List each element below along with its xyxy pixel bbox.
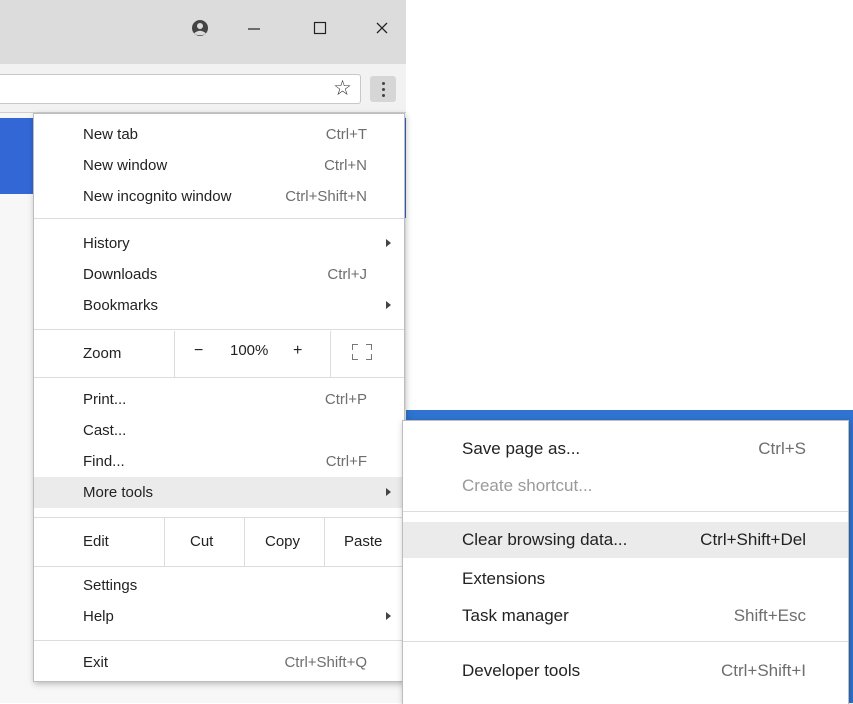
submenu-separator xyxy=(403,511,848,512)
toolbar: ☆ xyxy=(0,64,406,113)
submenu-item-shortcut: Ctrl+S xyxy=(758,439,806,458)
edit-label: Edit xyxy=(83,533,109,550)
edit-row: Edit Cut Copy Paste xyxy=(34,518,404,566)
menu-item-label: Print... xyxy=(83,391,127,408)
account-circle-icon[interactable] xyxy=(180,8,220,48)
menu-item-label: History xyxy=(83,235,130,252)
menu-item-label: Help xyxy=(83,608,114,625)
menu-item-downloads[interactable]: Downloads Ctrl+J xyxy=(34,259,404,290)
menu-item-label: Exit xyxy=(83,654,109,671)
menu-item-label: More tools xyxy=(83,484,154,501)
more-tools-submenu: Save page as... Ctrl+S Create shortcut..… xyxy=(402,420,849,704)
close-icon-svg xyxy=(376,22,388,34)
zoom-level: 100% xyxy=(230,342,269,359)
menu-item-history[interactable]: History xyxy=(34,228,404,259)
submenu-item-label: Save page as... xyxy=(462,439,581,458)
fullscreen-icon[interactable] xyxy=(352,344,372,360)
submenu-item-developer-tools[interactable]: Developer tools Ctrl+Shift+I xyxy=(403,653,848,689)
close-icon[interactable] xyxy=(362,8,402,48)
menu-item-label: Cast... xyxy=(83,422,127,439)
submenu-item-shortcut: Ctrl+Shift+Del xyxy=(700,530,806,549)
minimize-icon[interactable] xyxy=(234,8,274,48)
menu-item-label: New tab xyxy=(83,126,139,143)
submenu-item-extensions[interactable]: Extensions xyxy=(403,561,848,597)
menu-item-new-incognito-window[interactable]: New incognito window Ctrl+Shift+N xyxy=(34,181,404,212)
menu-separator xyxy=(34,377,404,378)
submenu-item-shortcut: Ctrl+Shift+I xyxy=(720,661,806,680)
copy-button[interactable]: Copy xyxy=(265,533,300,550)
zoom-out-button[interactable]: − xyxy=(194,342,203,360)
menu-item-exit[interactable]: Exit Ctrl+Shift+Q xyxy=(34,647,404,678)
menu-item-shortcut: Ctrl+J xyxy=(327,266,367,283)
chevron-right-icon xyxy=(386,488,391,496)
menu-item-label: New window xyxy=(83,157,168,174)
menu-item-label: New incognito window xyxy=(83,188,232,205)
submenu-item-label: Create shortcut... xyxy=(462,476,593,495)
menu-separator xyxy=(34,566,404,567)
zoom-label: Zoom xyxy=(83,345,122,362)
maximize-icon-svg xyxy=(313,21,327,35)
menu-item-label: Downloads xyxy=(83,266,158,283)
submenu-separator xyxy=(403,641,848,642)
menu-item-cast[interactable]: Cast... xyxy=(34,415,404,446)
menu-item-shortcut: Ctrl+N xyxy=(324,157,367,174)
menu-item-shortcut: Ctrl+Shift+Q xyxy=(284,654,367,671)
menu-item-print[interactable]: Print... Ctrl+P xyxy=(34,384,404,415)
menu-item-new-tab[interactable]: New tab Ctrl+T xyxy=(34,119,404,150)
submenu-item-save-page-as[interactable]: Save page as... Ctrl+S xyxy=(403,431,848,467)
menu-item-find[interactable]: Find... Ctrl+F xyxy=(34,446,404,477)
chevron-right-icon xyxy=(386,239,391,247)
submenu-item-label: Extensions xyxy=(462,569,546,588)
submenu-item-shortcut: Shift+Esc xyxy=(733,606,806,625)
submenu-item-clear-browsing-data[interactable]: Clear browsing data... Ctrl+Shift+Del xyxy=(403,522,848,558)
menu-separator xyxy=(34,218,404,219)
address-bar[interactable]: ☆ xyxy=(0,74,361,104)
menu-item-shortcut: Ctrl+F xyxy=(325,453,367,470)
maximize-icon[interactable] xyxy=(300,8,340,48)
account-circle-icon-svg xyxy=(192,20,208,36)
menu-item-bookmarks[interactable]: Bookmarks xyxy=(34,290,404,321)
menu-item-settings[interactable]: Settings xyxy=(34,570,404,601)
menu-item-shortcut: Ctrl+P xyxy=(324,391,367,408)
chevron-right-icon xyxy=(386,301,391,309)
menu-item-help[interactable]: Help xyxy=(34,601,404,632)
chrome-menu: New tab Ctrl+T New window Ctrl+N New inc… xyxy=(33,113,405,682)
cut-button[interactable]: Cut xyxy=(190,533,213,550)
menu-item-label: Settings xyxy=(83,577,138,594)
title-bar xyxy=(0,0,406,64)
submenu-item-label: Developer tools xyxy=(462,661,581,680)
menu-separator xyxy=(34,329,404,330)
menu-item-label: Bookmarks xyxy=(83,297,159,314)
menu-item-shortcut: Ctrl+T xyxy=(325,126,367,143)
star-outline-icon[interactable]: ☆ xyxy=(333,76,352,102)
minimize-icon-svg xyxy=(248,28,260,30)
menu-item-shortcut: Ctrl+Shift+N xyxy=(285,188,367,205)
submenu-item-create-shortcut[interactable]: Create shortcut... xyxy=(403,468,848,504)
menu-item-new-window[interactable]: New window Ctrl+N xyxy=(34,150,404,181)
kebab-menu-icon[interactable] xyxy=(370,76,396,102)
menu-item-more-tools[interactable]: More tools xyxy=(34,477,404,508)
menu-separator xyxy=(34,640,404,641)
submenu-item-task-manager[interactable]: Task manager Shift+Esc xyxy=(403,598,848,634)
menu-item-label: Find... xyxy=(83,453,125,470)
chevron-right-icon xyxy=(386,612,391,620)
zoom-row: Zoom − 100% + xyxy=(34,331,404,377)
submenu-item-label: Clear browsing data... xyxy=(462,530,628,549)
zoom-in-button[interactable]: + xyxy=(293,342,302,360)
page-banner xyxy=(0,118,36,194)
paste-button[interactable]: Paste xyxy=(344,533,382,550)
submenu-item-label: Task manager xyxy=(462,606,569,625)
